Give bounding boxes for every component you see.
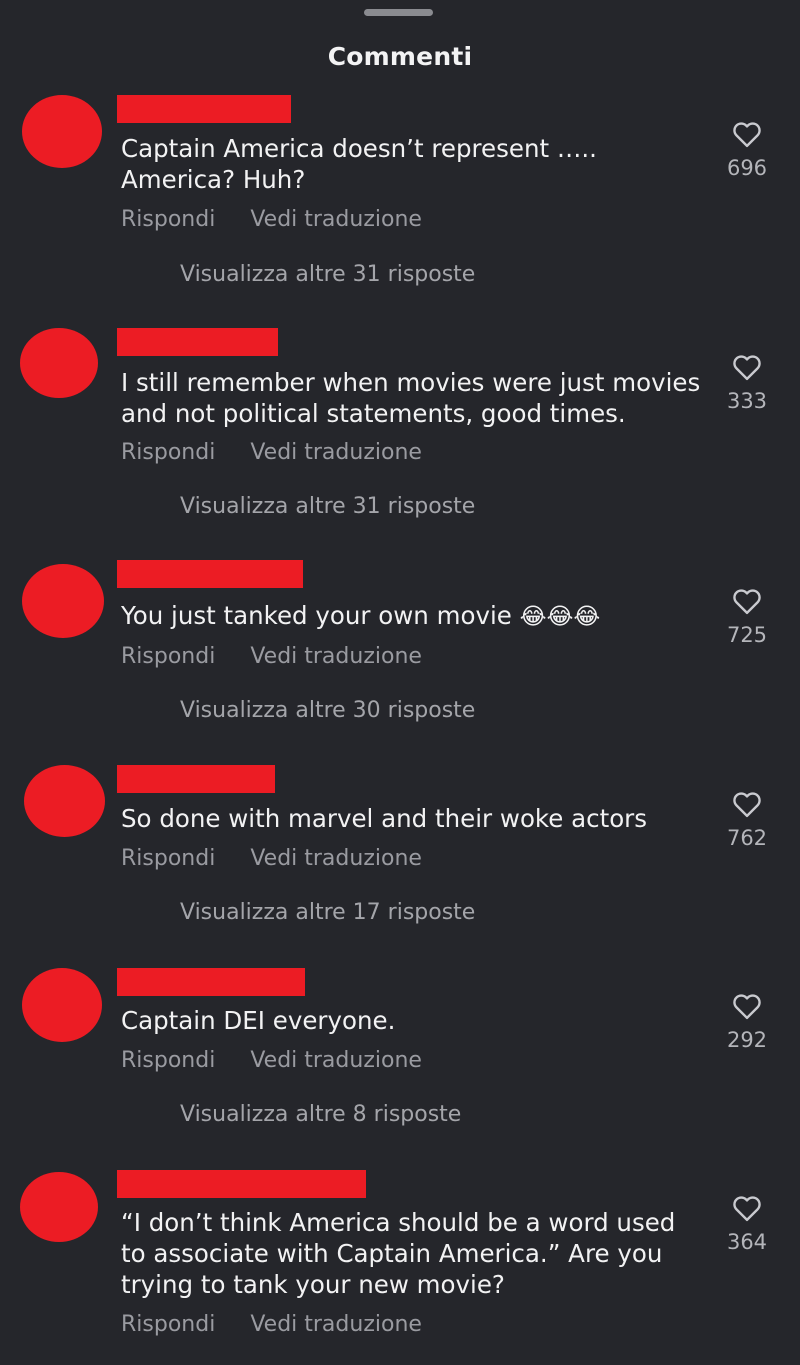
view-more-replies[interactable]: Visualizza altre 30 risposte <box>180 698 475 723</box>
reply-button[interactable]: Rispondi <box>121 207 215 232</box>
comment-text: Captain DEI everyone. <box>121 1005 701 1036</box>
like-button[interactable]: 762 <box>724 790 770 850</box>
avatar[interactable] <box>22 95 102 168</box>
like-button[interactable]: 725 <box>724 587 770 647</box>
like-count: 364 <box>726 1230 768 1254</box>
comment-actions: Rispondi Vedi traduzione <box>121 846 422 871</box>
comment-actions: Rispondi Vedi traduzione <box>121 644 422 669</box>
view-more-replies[interactable]: Visualizza altre 31 risposte <box>180 262 475 287</box>
redacted-username <box>117 328 278 356</box>
comment-text-line: to associate with Captain America.” Are … <box>121 1239 663 1268</box>
comment-actions: Rispondi Vedi traduzione <box>121 1312 422 1337</box>
redacted-username <box>117 560 303 588</box>
translate-button[interactable]: Vedi traduzione <box>250 207 422 232</box>
heart-icon <box>733 1196 761 1222</box>
comment-text: You just tanked your own movie 😂😂😂 <box>121 600 701 633</box>
avatar[interactable] <box>20 1172 98 1242</box>
translate-button[interactable]: Vedi traduzione <box>250 644 422 669</box>
avatar[interactable] <box>22 564 104 638</box>
reply-button[interactable]: Rispondi <box>121 440 215 465</box>
like-count: 725 <box>726 623 768 647</box>
comment-text-line: Captain America doesn’t represent ….. <box>121 134 597 163</box>
like-button[interactable]: 364 <box>724 1194 770 1254</box>
redacted-username <box>117 1170 366 1198</box>
comment-actions: Rispondi Vedi traduzione <box>121 440 422 465</box>
like-button[interactable]: 333 <box>724 353 770 413</box>
heart-icon <box>733 122 761 148</box>
heart-icon <box>733 994 761 1020</box>
comment-text-line: You just tanked your own movie <box>121 601 512 630</box>
heart-icon <box>733 355 761 381</box>
reply-button[interactable]: Rispondi <box>121 644 215 669</box>
comment-text-line: trying to tank your new movie? <box>121 1270 505 1299</box>
page-title: Commenti <box>327 42 473 71</box>
avatar[interactable] <box>22 968 102 1042</box>
comment-text-line: So done with marvel and their woke actor… <box>121 804 648 833</box>
drag-handle[interactable] <box>364 9 433 16</box>
like-count: 292 <box>726 1028 768 1052</box>
comment-text: Captain America doesn’t represent ….. Am… <box>121 133 701 195</box>
comment-text: “I don’t think America should be a word … <box>121 1207 701 1300</box>
like-button[interactable]: 292 <box>724 992 770 1052</box>
heart-icon <box>733 792 761 818</box>
comment-actions: Rispondi Vedi traduzione <box>121 1048 422 1073</box>
comment-text: I still remember when movies were just m… <box>121 367 701 429</box>
like-count: 333 <box>726 389 768 413</box>
view-more-replies[interactable]: Visualizza altre 17 risposte <box>180 900 475 925</box>
like-count: 696 <box>726 156 768 180</box>
translate-button[interactable]: Vedi traduzione <box>250 846 422 871</box>
view-more-replies[interactable]: Visualizza altre 31 risposte <box>180 494 475 519</box>
view-more-replies[interactable]: Visualizza altre 8 risposte <box>180 1102 461 1127</box>
comment-text-line: and not political statements, good times… <box>121 399 626 428</box>
comment-text-line: Captain DEI everyone. <box>121 1006 396 1035</box>
comment-text: So done with marvel and their woke actor… <box>121 803 701 834</box>
like-count: 762 <box>726 826 768 850</box>
translate-button[interactable]: Vedi traduzione <box>250 1048 422 1073</box>
comment-actions: Rispondi Vedi traduzione <box>121 207 422 232</box>
translate-button[interactable]: Vedi traduzione <box>250 1312 422 1337</box>
reply-button[interactable]: Rispondi <box>121 846 215 871</box>
reply-button[interactable]: Rispondi <box>121 1048 215 1073</box>
avatar[interactable] <box>24 765 105 837</box>
laughing-emoji: 😂😂😂 <box>519 604 601 630</box>
comment-text-line: America? Huh? <box>121 165 306 194</box>
redacted-username <box>117 968 305 996</box>
redacted-username <box>117 95 291 123</box>
comment-text-line: I still remember when movies were just m… <box>121 368 701 397</box>
translate-button[interactable]: Vedi traduzione <box>250 440 422 465</box>
avatar[interactable] <box>20 328 98 398</box>
reply-button[interactable]: Rispondi <box>121 1312 215 1337</box>
like-button[interactable]: 696 <box>724 120 770 180</box>
comment-text-line: “I don’t think America should be a word … <box>121 1208 676 1237</box>
heart-icon <box>733 589 761 615</box>
redacted-username <box>117 765 275 793</box>
